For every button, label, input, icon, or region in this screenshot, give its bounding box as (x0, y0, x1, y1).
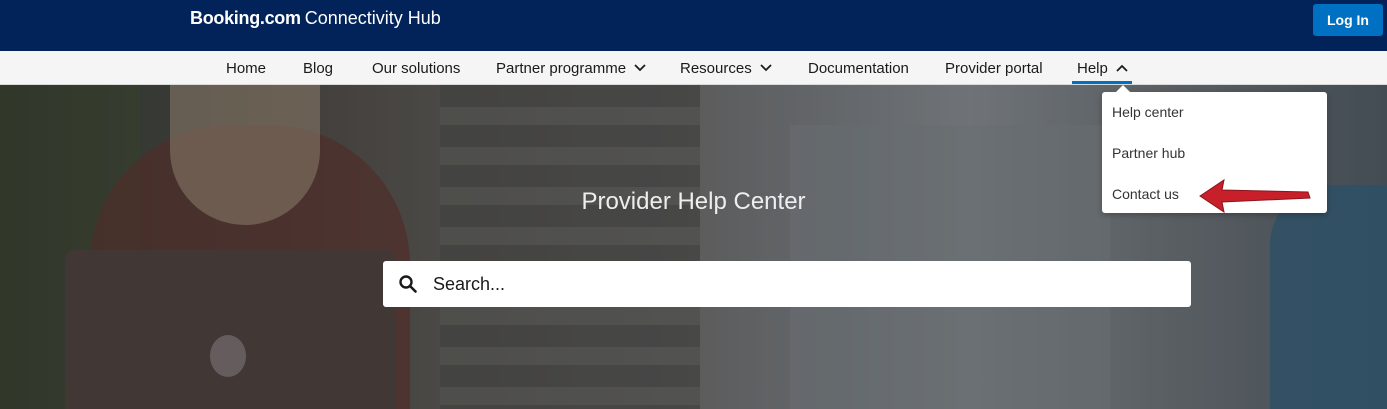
nav-item-label: Our solutions (372, 59, 461, 77)
main-nav: Home Blog Our solutions Partner programm… (0, 51, 1387, 85)
nav-item-partner-programme[interactable]: Partner programme (496, 51, 646, 85)
nav-item-label: Home (226, 59, 267, 77)
chevron-up-icon (1116, 64, 1128, 72)
chevron-down-icon (760, 64, 772, 72)
chevron-down-icon (634, 64, 646, 72)
active-nav-indicator (1072, 81, 1132, 84)
nav-item-label: Help (1077, 59, 1108, 77)
menu-item-contact-us[interactable]: Contact us (1112, 186, 1179, 202)
logo-subtitle: Connectivity Hub (304, 8, 441, 28)
top-header: Booking.com Connectivity Hub Log In (0, 0, 1387, 51)
nav-item-label: Provider portal (945, 59, 1043, 77)
logo[interactable]: Booking.com Connectivity Hub (190, 8, 441, 29)
search-bar[interactable]: Search... (383, 261, 1191, 307)
nav-item-home[interactable]: Home (226, 51, 266, 85)
nav-item-help[interactable]: Help (1077, 51, 1128, 85)
nav-item-label: Resources (680, 59, 752, 77)
nav-item-blog[interactable]: Blog (303, 51, 333, 85)
login-button[interactable]: Log In (1313, 4, 1383, 36)
nav-item-label: Blog (303, 59, 334, 77)
annotation-arrow-icon (1199, 178, 1311, 214)
menu-item-partner-hub[interactable]: Partner hub (1112, 145, 1185, 161)
nav-item-label: Documentation (808, 59, 909, 77)
nav-item-provider-portal[interactable]: Provider portal (945, 51, 1043, 85)
nav-item-label: Partner programme (496, 59, 627, 77)
nav-item-our-solutions[interactable]: Our solutions (372, 51, 460, 85)
menu-item-help-center[interactable]: Help center (1112, 104, 1184, 120)
search-input[interactable]: Search... (433, 261, 505, 307)
nav-item-resources[interactable]: Resources (680, 51, 772, 85)
logo-brand: Booking.com (190, 8, 301, 28)
nav-item-documentation[interactable]: Documentation (808, 51, 909, 85)
search-icon (399, 275, 417, 293)
